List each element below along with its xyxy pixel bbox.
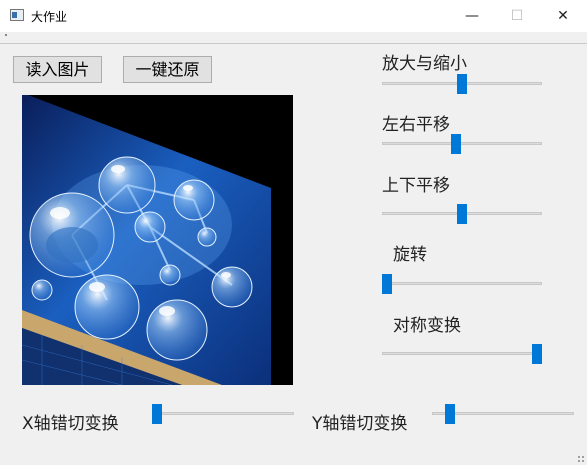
y-shear-slider[interactable] <box>432 404 574 424</box>
window-title: 大作业 <box>31 10 68 24</box>
mirror-label: 对称变换 <box>393 316 461 336</box>
slider-thumb[interactable] <box>457 204 467 224</box>
slider-thumb[interactable] <box>152 404 162 424</box>
resize-grip[interactable] <box>577 455 585 463</box>
horizontal-shift-label: 左右平移 <box>382 115 450 135</box>
rotate-slider[interactable] <box>382 274 542 294</box>
x-shear-label: X轴错切变换 <box>22 414 119 434</box>
minimize-button[interactable]: — <box>449 0 495 32</box>
mirror-slider[interactable] <box>382 344 542 364</box>
maximize-button[interactable]: ☐ <box>494 0 540 32</box>
x-shear-slider[interactable] <box>152 404 294 424</box>
vertical-shift-label: 上下平移 <box>382 176 450 196</box>
slider-track <box>382 352 542 355</box>
load-image-button[interactable]: 读入图片 <box>13 56 102 83</box>
zoom-slider[interactable] <box>382 74 542 94</box>
slider-thumb[interactable] <box>445 404 456 424</box>
slider-thumb[interactable] <box>457 74 467 94</box>
app-icon <box>10 9 24 21</box>
title-bar: 大作业 — ☐ ✕ <box>0 0 587 32</box>
slider-track <box>152 412 294 415</box>
vertical-shift-slider[interactable] <box>382 204 542 224</box>
close-button[interactable]: ✕ <box>540 0 586 32</box>
molecule-bubble-image <box>22 95 271 385</box>
reset-button[interactable]: 一键还原 <box>123 56 212 83</box>
zoom-label: 放大与缩小 <box>382 54 467 74</box>
slider-thumb[interactable] <box>532 344 542 364</box>
rotate-label: 旋转 <box>393 245 427 265</box>
slider-thumb[interactable] <box>451 134 461 154</box>
slider-track <box>382 282 542 285</box>
horizontal-shift-slider[interactable] <box>382 134 542 154</box>
menu-bar <box>0 32 587 44</box>
slider-track <box>382 142 542 145</box>
menu-dot <box>5 34 7 36</box>
image-canvas <box>22 95 293 385</box>
slider-thumb[interactable] <box>382 274 392 294</box>
y-shear-label: Y轴错切变换 <box>312 414 408 434</box>
